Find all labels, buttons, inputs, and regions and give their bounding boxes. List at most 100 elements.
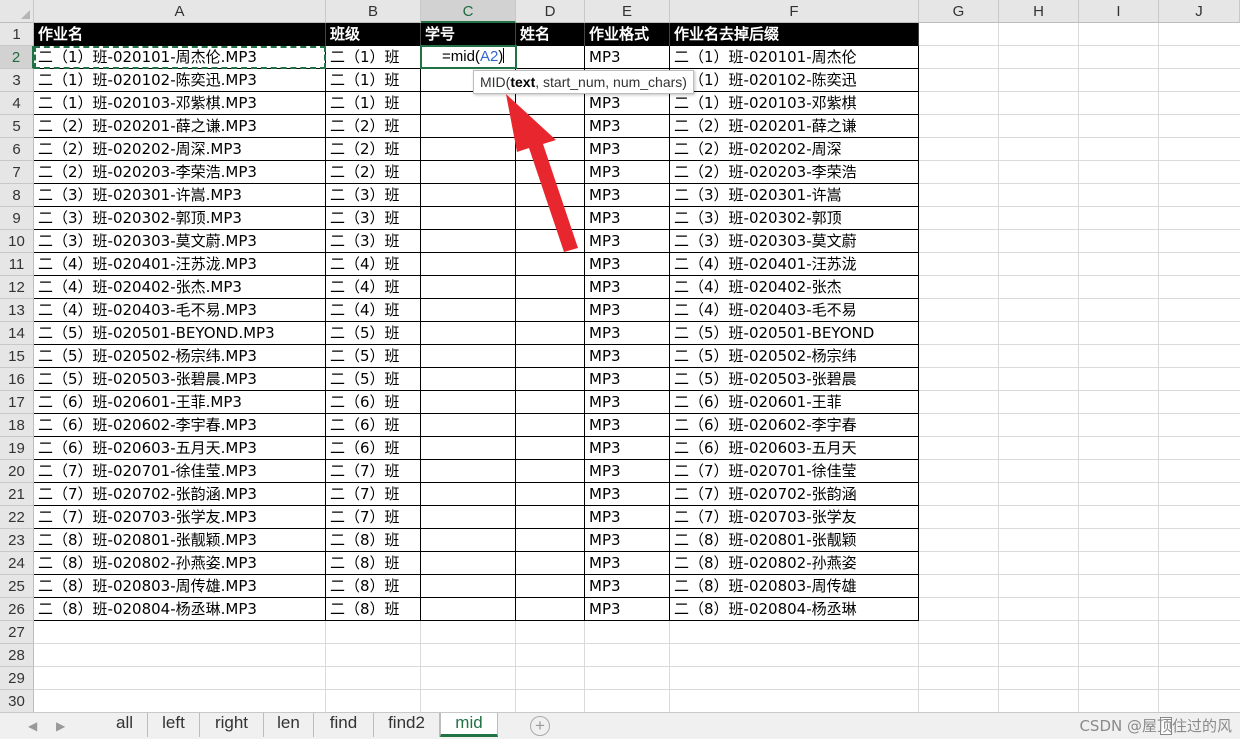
tooltip-current-arg[interactable]: text — [510, 74, 535, 90]
table-cell-b[interactable]: 二（1）班 — [326, 92, 421, 115]
table-cell-c[interactable] — [421, 345, 516, 368]
table-cell-f[interactable]: 二（4）班-020401-汪苏泷 — [670, 253, 919, 276]
row-header-17[interactable]: 17 — [0, 391, 34, 414]
table-cell-b[interactable]: 二（1）班 — [326, 46, 421, 69]
table-cell-f[interactable]: 二（6）班-020602-李宇春 — [670, 414, 919, 437]
table-cell-d[interactable] — [516, 184, 585, 207]
table-cell-b[interactable]: 二（4）班 — [326, 299, 421, 322]
table-cell-c[interactable] — [421, 161, 516, 184]
table-cell-e[interactable]: MP3 — [585, 529, 670, 552]
table-cell-c[interactable] — [421, 414, 516, 437]
table-cell-b[interactable]: 二（8）班 — [326, 529, 421, 552]
table-cell-f[interactable]: 二（8）班-020801-张靓颖 — [670, 529, 919, 552]
table-cell-e-first[interactable]: MP3 — [585, 46, 670, 69]
table-cell-f[interactable]: 二（7）班-020703-张学友 — [670, 506, 919, 529]
table-cell-a[interactable]: 二（3）班-020303-莫文蔚.MP3 — [34, 230, 326, 253]
table-cell-b[interactable]: 二（7）班 — [326, 460, 421, 483]
table-cell-e[interactable]: MP3 — [585, 161, 670, 184]
table-cell-d[interactable] — [516, 391, 585, 414]
table-cell-e[interactable]: MP3 — [585, 368, 670, 391]
row-header-27[interactable]: 27 — [0, 621, 34, 644]
table-cell-c[interactable] — [421, 368, 516, 391]
table-cell-f[interactable]: 二（5）班-020503-张碧晨 — [670, 368, 919, 391]
table-cell-c[interactable] — [421, 115, 516, 138]
table-cell-d[interactable] — [516, 161, 585, 184]
row-header-16[interactable]: 16 — [0, 368, 34, 391]
table-cell-e[interactable]: MP3 — [585, 483, 670, 506]
row-header-18[interactable]: 18 — [0, 414, 34, 437]
table-cell-d[interactable] — [516, 207, 585, 230]
column-header-a[interactable]: A — [34, 0, 326, 23]
row-header-3[interactable]: 3 — [0, 69, 34, 92]
row-header-30[interactable]: 30 — [0, 690, 34, 712]
row-header-26[interactable]: 26 — [0, 598, 34, 621]
active-cell-editor[interactable]: =mid(A2) — [420, 45, 517, 69]
table-cell-b[interactable]: 二（6）班 — [326, 437, 421, 460]
table-cell-b[interactable]: 二（3）班 — [326, 230, 421, 253]
table-cell-e[interactable]: MP3 — [585, 506, 670, 529]
table-cell-b[interactable]: 二（3）班 — [326, 184, 421, 207]
table-cell-e[interactable]: MP3 — [585, 207, 670, 230]
header-cell-d[interactable]: 姓名 — [516, 23, 585, 46]
table-cell-d[interactable] — [516, 322, 585, 345]
row-header-5[interactable]: 5 — [0, 115, 34, 138]
table-cell-d[interactable] — [516, 529, 585, 552]
row-header-11[interactable]: 11 — [0, 253, 34, 276]
table-cell-c[interactable] — [421, 460, 516, 483]
table-cell-e[interactable]: MP3 — [585, 92, 670, 115]
table-cell-e[interactable]: MP3 — [585, 184, 670, 207]
table-cell-a[interactable]: 二（5）班-020503-张碧晨.MP3 — [34, 368, 326, 391]
tab-len[interactable]: len — [264, 713, 314, 737]
header-cell-e[interactable]: 作业格式 — [585, 23, 670, 46]
table-cell-e[interactable]: MP3 — [585, 598, 670, 621]
header-cell-b[interactable]: 班级 — [326, 23, 421, 46]
table-cell-e[interactable]: MP3 — [585, 575, 670, 598]
table-cell-e[interactable]: MP3 — [585, 460, 670, 483]
table-cell-a[interactable]: 二（5）班-020502-杨宗纬.MP3 — [34, 345, 326, 368]
table-cell-c[interactable] — [421, 322, 516, 345]
table-cell-b[interactable]: 二（7）班 — [326, 483, 421, 506]
table-cell-b[interactable]: 二（2）班 — [326, 161, 421, 184]
table-cell-a[interactable]: 二（6）班-020602-李宇春.MP3 — [34, 414, 326, 437]
tooltip-fn[interactable]: MID( — [480, 74, 510, 90]
column-header-i[interactable]: I — [1079, 0, 1159, 23]
worksheet-grid[interactable]: ABCDEFGHIJ 1 2 3 4 5 6 7 8 9 10 11 12 13 14 15 16 17 18 19… — [0, 0, 1240, 712]
table-cell-f[interactable]: 二（5）班-020501-BEYOND — [670, 322, 919, 345]
next-sheet-icon[interactable]: ▶ — [56, 719, 65, 733]
column-header-j[interactable]: J — [1159, 0, 1240, 23]
table-cell-c[interactable] — [421, 138, 516, 161]
table-cell-f[interactable]: 二（4）班-020403-毛不易 — [670, 299, 919, 322]
table-cell-b[interactable]: 二（5）班 — [326, 368, 421, 391]
table-cell-a[interactable]: 二（5）班-020501-BEYOND.MP3 — [34, 322, 326, 345]
tab-left[interactable]: left — [148, 713, 200, 737]
table-cell-a[interactable]: 二（1）班-020103-邓紫棋.MP3 — [34, 92, 326, 115]
table-cell-c[interactable] — [421, 207, 516, 230]
table-cell-d[interactable] — [516, 92, 585, 115]
table-cell-a[interactable]: 二（3）班-020302-郭顶.MP3 — [34, 207, 326, 230]
prev-sheet-icon[interactable]: ◀ — [28, 719, 37, 733]
row-header-1[interactable]: 1 — [0, 23, 34, 46]
row-header-15[interactable]: 15 — [0, 345, 34, 368]
table-cell-b[interactable]: 二（6）班 — [326, 391, 421, 414]
table-cell-f[interactable]: 二（6）班-020601-王菲 — [670, 391, 919, 414]
table-cell-b[interactable]: 二（8）班 — [326, 598, 421, 621]
row-header-4[interactable]: 4 — [0, 92, 34, 115]
table-cell-f[interactable]: 二（4）班-020402-张杰 — [670, 276, 919, 299]
table-cell-a[interactable]: 二（2）班-020202-周深.MP3 — [34, 138, 326, 161]
table-cell-b[interactable]: 二（6）班 — [326, 414, 421, 437]
column-header-g[interactable]: G — [919, 0, 999, 23]
table-cell-f[interactable]: 二（3）班-020302-郭顶 — [670, 207, 919, 230]
table-cell-f[interactable]: 二（2）班-020201-薛之谦 — [670, 115, 919, 138]
table-cell-c[interactable] — [421, 483, 516, 506]
table-cell-a[interactable]: 二（8）班-020801-张靓颖.MP3 — [34, 529, 326, 552]
column-header-e[interactable]: E — [585, 0, 670, 23]
header-cell-a[interactable]: 作业名 — [34, 23, 326, 46]
table-cell-d[interactable] — [516, 253, 585, 276]
table-cell-d[interactable] — [516, 115, 585, 138]
table-cell-b[interactable]: 二（5）班 — [326, 345, 421, 368]
table-cell-d[interactable] — [516, 138, 585, 161]
table-cell-e[interactable]: MP3 — [585, 322, 670, 345]
table-cell-f[interactable]: 二（6）班-020603-五月天 — [670, 437, 919, 460]
table-cell-c[interactable] — [421, 92, 516, 115]
row-header-21[interactable]: 21 — [0, 483, 34, 506]
